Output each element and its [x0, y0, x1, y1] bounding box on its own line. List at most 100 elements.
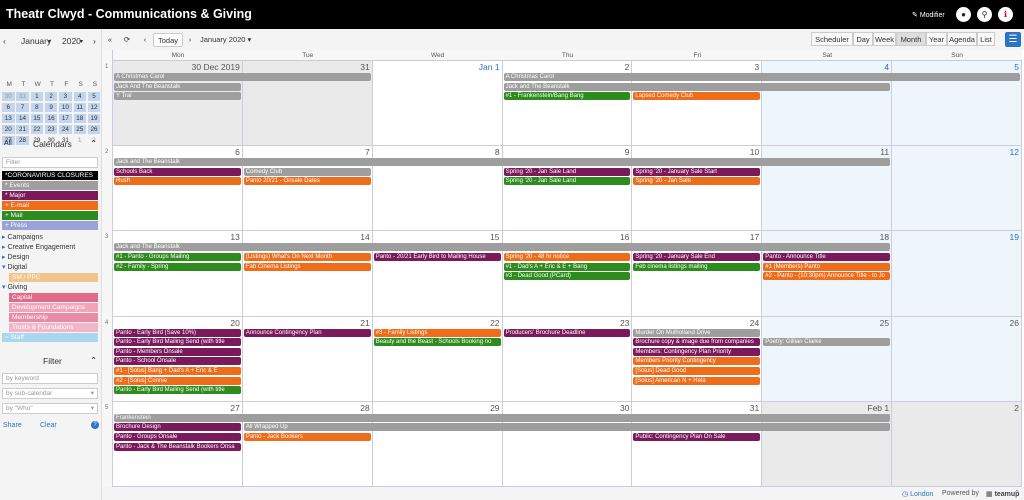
help-icon[interactable]: ?: [91, 421, 99, 429]
event-bar[interactable]: Panto - Early Bird Mailing Send (with ti…: [114, 338, 241, 347]
event-bar[interactable]: Spring '20 - Jan Sale Land: [503, 177, 631, 186]
view-year-button[interactable]: Year: [926, 32, 947, 46]
refresh-icon[interactable]: ⟳: [122, 33, 132, 47]
mini-day[interactable]: 20: [2, 125, 15, 134]
mini-day[interactable]: 31: [16, 92, 29, 101]
event-bar[interactable]: Beauty and the Beast - Schools Booking n…: [373, 338, 501, 347]
all-link[interactable]: All: [4, 140, 12, 147]
mini-day[interactable]: 16: [44, 114, 58, 123]
event-bar[interactable]: Spring '20 - Jan Sale: [633, 177, 761, 186]
folder-item[interactable]: ▸ Campaigns: [2, 233, 43, 242]
event-bar[interactable]: [Solus] American N + Hela: [633, 376, 761, 385]
event-bar[interactable]: Members Priority Contingency: [633, 357, 761, 366]
event-bar[interactable]: Jack and The Beanstalk: [114, 158, 891, 167]
calendar-item-staff[interactable]: ~ Staff: [2, 333, 98, 342]
event-bar[interactable]: #1 (Members) Panto: [763, 262, 891, 271]
view-list-button[interactable]: List: [977, 32, 995, 46]
mini-day[interactable]: 4: [73, 92, 86, 101]
event-bar[interactable]: Schools Back: [114, 167, 241, 176]
event-bar[interactable]: Spring '20 - Jan Sale Land: [503, 167, 631, 176]
menu-icon[interactable]: ☰: [1005, 32, 1021, 47]
event-bar[interactable]: Brochure Design: [114, 423, 241, 432]
calendar-item[interactable]: + Press: [2, 221, 98, 230]
event-bar[interactable]: #2 - Family - Spring: [114, 262, 241, 271]
keyword-filter-input[interactable]: by keyword: [2, 373, 98, 384]
event-bar[interactable]: Producers' Brochure Deadline: [503, 328, 631, 337]
mini-day[interactable]: 1: [30, 92, 44, 101]
search-icon[interactable]: ⚲: [977, 7, 992, 22]
event-bar[interactable]: #1 - Panto - Groups Mailing: [114, 253, 241, 261]
view-agenda-button[interactable]: Agenda: [947, 32, 977, 46]
mini-prev-month-icon[interactable]: ‹: [3, 36, 6, 46]
mini-day[interactable]: 10: [59, 103, 72, 112]
timezone-link[interactable]: ◷ London: [902, 490, 933, 498]
clear-link[interactable]: Clear: [40, 422, 57, 429]
event-bar[interactable]: Announce Contingency Plan: [243, 328, 371, 337]
event-bar[interactable]: Poetry: Gillian Clarke: [763, 338, 891, 347]
mini-day[interactable]: 7: [16, 103, 29, 112]
event-bar[interactable]: Murder On Mulholland Drive: [633, 328, 761, 337]
modifier-link[interactable]: ✎ Modifier: [912, 11, 945, 19]
mini-next-month-icon[interactable]: ›: [93, 36, 96, 46]
event-bar[interactable]: Jack And The Beanstalk: [114, 82, 241, 91]
calendar-item[interactable]: * Major: [2, 191, 98, 200]
day-cell[interactable]: Jan 1: [372, 61, 503, 147]
mini-day[interactable]: 6: [2, 103, 15, 112]
filter-collapse-icon[interactable]: ⌃: [90, 355, 97, 366]
mini-day[interactable]: 24: [59, 125, 72, 134]
view-month-button[interactable]: Month: [896, 32, 926, 46]
event-bar[interactable]: Jack and The Beanstalk: [114, 243, 891, 252]
first-page-icon[interactable]: «: [105, 33, 115, 47]
event-bar[interactable]: #3 - Dead Good (PCard): [503, 272, 631, 281]
who-filter-select[interactable]: by "Who" ▾: [2, 403, 98, 414]
share-link[interactable]: Share: [3, 422, 22, 429]
mini-day[interactable]: 23: [44, 125, 58, 134]
mini-day[interactable]: 9: [44, 103, 58, 112]
event-bar[interactable]: Spring '20 - January Sale Start: [633, 167, 761, 176]
scroll-up-icon[interactable]: ⌃: [1014, 489, 1020, 497]
event-bar[interactable]: #2 - Panto - (10:30pm) Announce Title - …: [763, 272, 891, 281]
calendar-item[interactable]: * Events: [2, 181, 98, 190]
view-day-button[interactable]: Day: [853, 32, 873, 46]
user-icon[interactable]: ●: [956, 7, 971, 22]
event-bar[interactable]: Panto - Early Bird Mailing Send (with ti…: [114, 386, 241, 395]
subcalendar-filter-select[interactable]: by sub-calendar ▾: [2, 388, 98, 399]
calendar-item[interactable]: + Mail: [2, 211, 98, 220]
mini-day[interactable]: 26: [87, 125, 101, 134]
event-bar[interactable]: Fab Cinema Listings: [243, 262, 371, 271]
event-bar[interactable]: Brochure copy & image due from companies: [633, 338, 761, 347]
event-bar[interactable]: Rush: [114, 177, 241, 186]
calendar-item[interactable]: Membership: [9, 313, 98, 322]
mini-chevron-down-icon[interactable]: ▾: [48, 38, 51, 45]
mini-day[interactable]: 28: [16, 136, 29, 145]
calendar-item[interactable]: Capital: [9, 293, 98, 302]
event-bar[interactable]: Lapsed Comedy Club: [633, 92, 761, 101]
event-bar[interactable]: Panto 20/21 - Onsale Dates: [243, 177, 371, 186]
calendar-filter-input[interactable]: Filter: [2, 157, 98, 168]
today-button[interactable]: Today: [153, 33, 183, 47]
mini-day[interactable]: 25: [73, 125, 86, 134]
day-cell[interactable]: 2: [892, 401, 1022, 487]
event-bar[interactable]: Jack and The Beanstalk: [503, 82, 891, 91]
event-bar[interactable]: (Listings) What's On Next Month: [243, 253, 371, 261]
event-bar[interactable]: Panto - Early Bird (Save 10%): [114, 328, 241, 337]
prev-icon[interactable]: ‹: [141, 33, 149, 47]
event-bar[interactable]: #1 - Frankenstein/Bang Bang: [503, 92, 631, 101]
view-scheduler-button[interactable]: Scheduler: [811, 32, 853, 46]
mini-day[interactable]: 13: [2, 114, 15, 123]
day-cell[interactable]: 25: [762, 316, 893, 402]
day-cell[interactable]: 26: [892, 316, 1022, 402]
folder-item[interactable]: ▸ Design: [2, 253, 29, 262]
calendar-item[interactable]: Trusts & Foundations: [9, 323, 98, 332]
event-bar[interactable]: A Christmas Carol: [503, 73, 1020, 81]
day-cell[interactable]: 19: [892, 231, 1022, 317]
event-bar[interactable]: #1 - Dad's A + Eric & E + Bang: [503, 262, 631, 271]
mini-day[interactable]: 15: [30, 114, 44, 123]
event-bar[interactable]: Panto - Members Onsale: [114, 347, 241, 356]
info-icon[interactable]: i: [998, 7, 1013, 22]
calendar-item[interactable]: Development Campaigns: [9, 303, 98, 312]
event-bar[interactable]: Panto - 20/21 Early Bird to Mailing Hous…: [373, 253, 501, 261]
mini-day[interactable]: 30: [2, 92, 15, 101]
view-week-button[interactable]: Week: [873, 32, 896, 46]
event-bar[interactable]: #3 - Family Listings: [373, 328, 501, 337]
